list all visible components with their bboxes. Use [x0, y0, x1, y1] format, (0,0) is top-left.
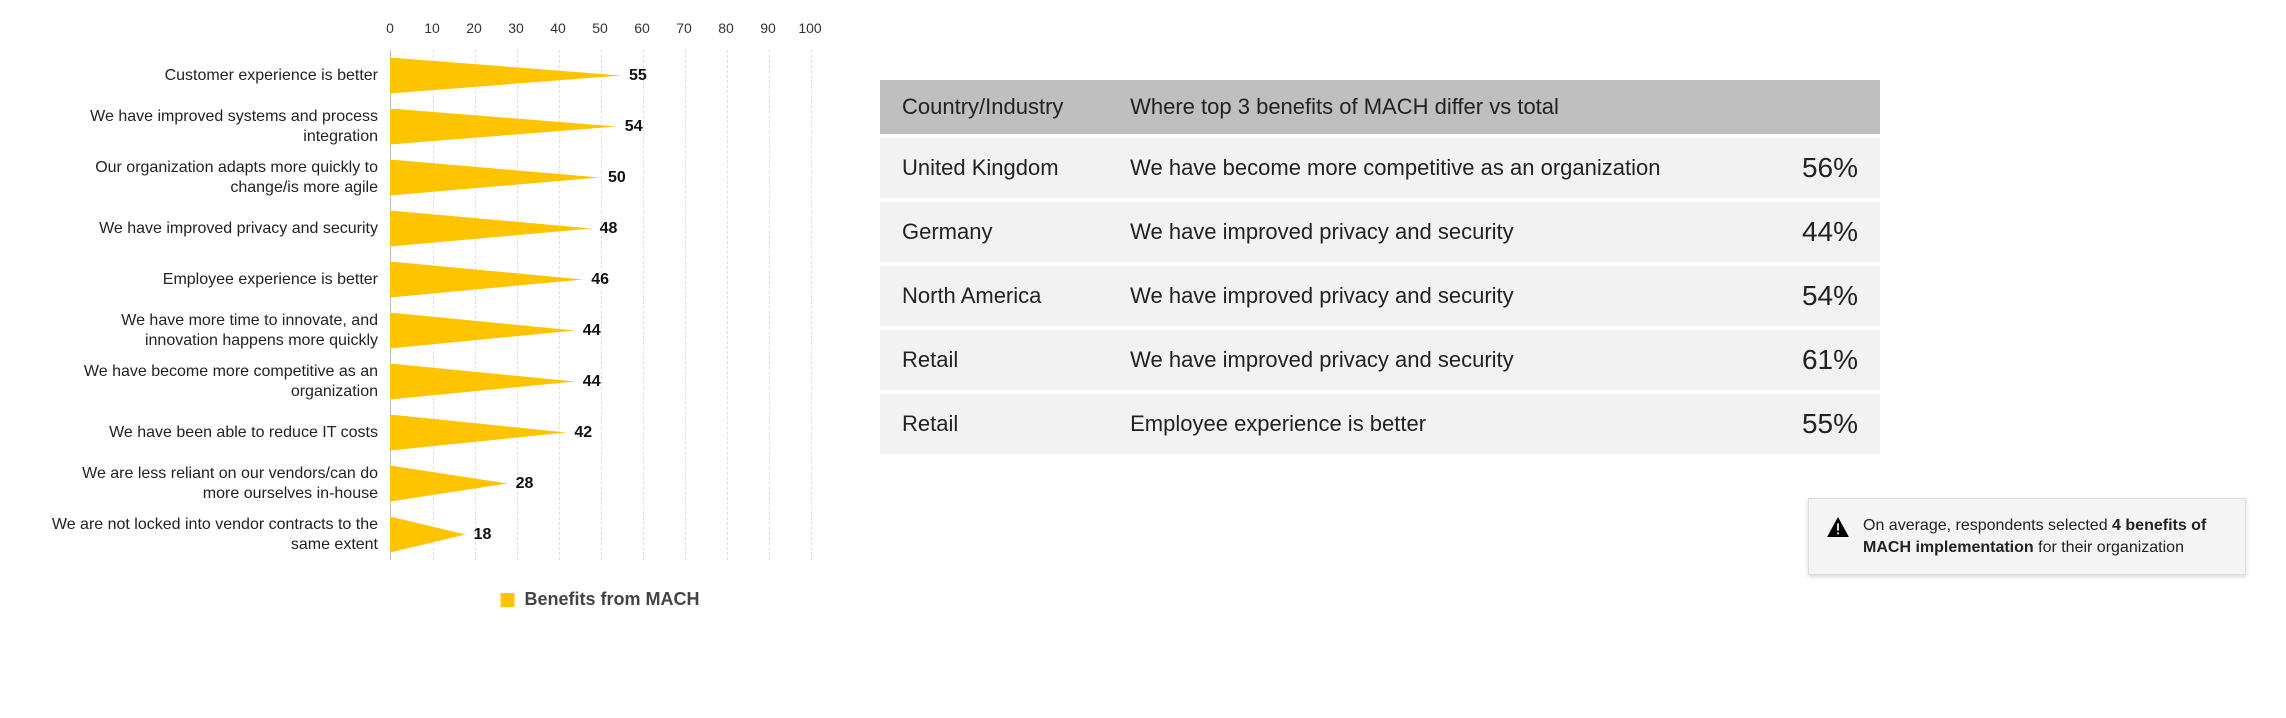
- chart-bars: Customer experience is better55We have i…: [390, 50, 810, 560]
- legend-label: Benefits from MACH: [524, 589, 699, 610]
- note-text: On average, respondents selected 4 benef…: [1863, 515, 2227, 558]
- bar-shape: [390, 466, 508, 502]
- bar-value: 48: [600, 220, 618, 238]
- table-cell-pct: 55%: [1746, 392, 1880, 456]
- bar-shape: [390, 415, 566, 451]
- table-cell-pct: 56%: [1746, 136, 1880, 200]
- bar-shape: [390, 517, 466, 553]
- bar-row: We are not locked into vendor contracts …: [390, 509, 810, 560]
- bar-label: We are not locked into vendor contracts …: [48, 515, 378, 555]
- bar-shape: [390, 262, 583, 298]
- table-row: GermanyWe have improved privacy and secu…: [880, 200, 1880, 264]
- bar-value: 55: [629, 67, 647, 85]
- x-tick: 10: [424, 20, 440, 36]
- bar-row: Customer experience is better55: [390, 50, 810, 101]
- chart-legend: Benefits from MACH: [500, 589, 699, 610]
- bar-value: 46: [591, 271, 609, 289]
- table-row: RetailWe have improved privacy and secur…: [880, 328, 1880, 392]
- bar-chart: 0102030405060708090100 Customer experien…: [390, 20, 810, 560]
- bar-label: We have been able to reduce IT costs: [48, 423, 378, 443]
- table-cell-benefit: Employee experience is better: [1108, 392, 1746, 456]
- table-cell-pct: 61%: [1746, 328, 1880, 392]
- legend-swatch: [500, 593, 514, 607]
- x-tick: 0: [386, 20, 394, 36]
- bar-shape: [390, 364, 575, 400]
- bar-row: We have become more competitive as an or…: [390, 356, 810, 407]
- page: 0 10 20 30 40 50 60 70 80 90 100 Customer experien…: [0, 0, 2286, 718]
- table-cell-segment: Germany: [880, 200, 1108, 264]
- table-row: North AmericaWe have improved privacy an…: [880, 264, 1880, 328]
- bar-label: We have improved systems and process int…: [48, 107, 378, 147]
- x-tick: 80: [718, 20, 734, 36]
- table-cell-pct: 54%: [1746, 264, 1880, 328]
- bar-value: 50: [608, 169, 626, 187]
- bar-shape: [390, 58, 621, 94]
- bar-row: We have more time to innovate, and innov…: [390, 305, 810, 356]
- table-cell-benefit: We have improved privacy and security: [1108, 328, 1746, 392]
- bar-shape: [390, 313, 575, 349]
- benefits-diff-table: Country/Industry Where top 3 benefits of…: [880, 80, 1880, 458]
- bar-shape: [390, 211, 592, 247]
- right-panel: Country/Industry Where top 3 benefits of…: [820, 20, 2246, 688]
- bar-shape: [390, 160, 600, 196]
- x-axis-ticks: 0102030405060708090100: [390, 20, 810, 50]
- note-suffix: for their organization: [2034, 539, 2184, 556]
- bar-label: We have become more competitive as an or…: [48, 362, 378, 402]
- bar-value: 28: [516, 475, 534, 493]
- bar-value: 18: [474, 526, 492, 544]
- bar-row: We are less reliant on our vendors/can d…: [390, 458, 810, 509]
- table-cell-pct: 44%: [1746, 200, 1880, 264]
- table-row: United KingdomWe have become more compet…: [880, 136, 1880, 200]
- bar-label: We have more time to innovate, and innov…: [48, 311, 378, 351]
- bar-row: Employee experience is better46: [390, 254, 810, 305]
- note-box: On average, respondents selected 4 benef…: [1808, 498, 2246, 575]
- x-tick: 20: [466, 20, 482, 36]
- bar-row: Our organization adapts more quickly to …: [390, 152, 810, 203]
- x-tick: 40: [550, 20, 566, 36]
- table-cell-benefit: We have improved privacy and security: [1108, 200, 1746, 264]
- x-tick: 60: [634, 20, 650, 36]
- bar-row: We have been able to reduce IT costs42: [390, 407, 810, 458]
- bar-label: We have improved privacy and security: [48, 219, 378, 239]
- bar-value: 44: [583, 373, 601, 391]
- bar-row: We have improved systems and process int…: [390, 101, 810, 152]
- bar-value: 42: [574, 424, 592, 442]
- bar-label: Employee experience is better: [48, 270, 378, 290]
- warning-icon: [1827, 517, 1849, 542]
- x-tick: 70: [676, 20, 692, 36]
- bar-label: We are less reliant on our vendors/can d…: [48, 464, 378, 504]
- x-tick: 100: [798, 20, 821, 36]
- table-cell-benefit: We have improved privacy and security: [1108, 264, 1746, 328]
- table-row: RetailEmployee experience is better55%: [880, 392, 1880, 456]
- bar-label: Customer experience is better: [48, 66, 378, 86]
- table-cell-segment: Retail: [880, 392, 1108, 456]
- table-cell-benefit: We have become more competitive as an or…: [1108, 136, 1746, 200]
- table-cell-segment: United Kingdom: [880, 136, 1108, 200]
- x-tick: 30: [508, 20, 524, 36]
- bar-row: We have improved privacy and security48: [390, 203, 810, 254]
- bar-value: 54: [625, 118, 643, 136]
- x-tick: 50: [592, 20, 608, 36]
- note-prefix: On average, respondents selected: [1863, 517, 2112, 534]
- gridline: [811, 50, 812, 560]
- table-header-segment: Country/Industry: [880, 80, 1108, 136]
- bar-value: 44: [583, 322, 601, 340]
- x-tick: 90: [760, 20, 776, 36]
- bar-shape: [390, 109, 617, 145]
- chart-panel: 0 10 20 30 40 50 60 70 80 90 100 Customer experien…: [40, 20, 820, 688]
- table-header-benefit: Where top 3 benefits of MACH differ vs t…: [1108, 80, 1880, 136]
- table-cell-segment: Retail: [880, 328, 1108, 392]
- table-cell-segment: North America: [880, 264, 1108, 328]
- bar-label: Our organization adapts more quickly to …: [48, 158, 378, 198]
